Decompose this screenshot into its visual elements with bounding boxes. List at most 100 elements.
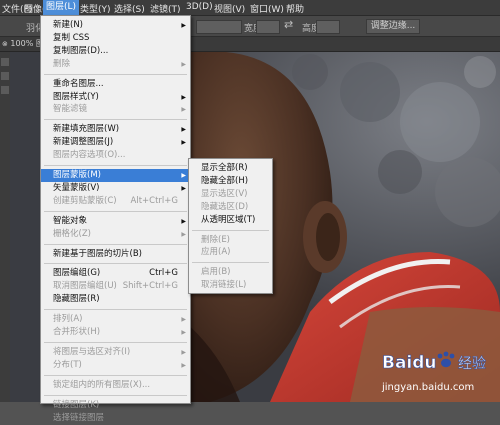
menu-item[interactable]: 图层样式(Y) ▶ (41, 91, 190, 104)
menu-item-label: 显示全部(R) (201, 163, 248, 173)
menu-item-label: 栅格化(Z) (53, 228, 91, 239)
submenu-arrow-icon: ▶ (181, 184, 186, 192)
menu-separator (44, 73, 187, 75)
menu-item[interactable]: 隐藏全部(H) (189, 175, 272, 188)
menu-separator (44, 341, 187, 343)
menu-separator (192, 229, 269, 231)
menu-item: 选择链接图层 (41, 412, 190, 425)
tool-icon[interactable] (1, 58, 9, 66)
tool-icon[interactable] (1, 86, 9, 94)
menu-item-label: 锁定组内的所有图层(X)... (53, 379, 151, 390)
submenu-arrow-icon: ▶ (181, 361, 186, 369)
menu-item: 栅格化(Z) ▶ (41, 228, 190, 241)
menu-item-label: 图层蒙版(M) (53, 170, 101, 180)
width-field[interactable] (256, 20, 280, 34)
menu-separator (44, 210, 187, 212)
menu-item-label: 取消链接(L) (201, 280, 247, 291)
menu-separator (44, 119, 187, 121)
menu-item[interactable]: 复制 CSS (41, 32, 190, 45)
layer-mask-submenu: 显示全部(R) 隐藏全部(H) 显示选区(V) 隐藏选区(D) 从透明区域(T) 删除(E… (188, 158, 273, 294)
tool-icon[interactable] (1, 72, 9, 80)
menu-item-label: 图层内容选项(O)... (53, 150, 126, 161)
submenu-arrow-icon: ▶ (181, 22, 186, 29)
refine-edge-button[interactable]: 调整边缘... (366, 19, 420, 34)
submenu-arrow-icon: ▶ (181, 106, 186, 114)
menu-3d[interactable]: 3D(D) (186, 2, 213, 12)
menu-separator (44, 165, 187, 166)
menu-item: 分布(T) ▶ (41, 359, 190, 372)
menu-view[interactable]: 视图(V) (214, 2, 245, 15)
close-icon[interactable]: ⊗ (2, 40, 8, 48)
menu-item-label: 隐藏全部(H) (201, 175, 249, 186)
tool-panel (0, 52, 10, 402)
submenu-arrow-icon: ▶ (181, 93, 186, 101)
menu-item: 创建剪贴蒙版(C) Alt+Ctrl+G (41, 195, 190, 208)
menu-help[interactable]: 帮助 (286, 2, 304, 15)
menu-item: 显示选区(V) (189, 188, 272, 201)
menu-separator (44, 374, 187, 376)
menu-item: 智能滤镜 ▶ (41, 103, 190, 116)
menu-item-label: 智能滤镜 (53, 104, 88, 115)
menu-item: 链接图层(K) (41, 399, 190, 412)
menu-item-label: 从透明区域(T) (201, 214, 256, 225)
menu-bar: 文件(F) 图像(I) 图层(L) 类型(Y) 选择(S) 滤镜(T) 3D(D… (0, 0, 500, 16)
menu-item[interactable]: 隐藏图层(R) (41, 293, 190, 306)
watermark-url: jingyan.baidu.com (381, 382, 474, 393)
menu-item[interactable]: 新建(N) ▶ (41, 19, 190, 32)
menu-item-label: 隐藏选区(D) (201, 201, 249, 212)
menu-item-label: 将图层与选区对齐(I) (53, 346, 131, 357)
height-field[interactable] (316, 20, 340, 34)
menu-item-label: 复制图层(D)... (53, 45, 109, 56)
submenu-arrow-icon: ▶ (181, 217, 186, 225)
submenu-arrow-icon: ▶ (181, 126, 186, 134)
menu-item-label: 智能对象 (53, 215, 88, 226)
baidu-logo: Baidu 经验 jingyan.baidu.com (381, 351, 486, 393)
swap-icon[interactable]: ⇄ (284, 18, 293, 31)
menu-item[interactable]: 从透明区域(T) (189, 214, 272, 227)
menu-item-label: 合并形状(H) (53, 327, 101, 337)
menu-item-label: 选择链接图层 (53, 412, 105, 423)
menu-item-label: 创建剪贴蒙版(C) (53, 195, 117, 206)
menu-item[interactable]: 复制图层(D)... (41, 45, 190, 58)
menu-item[interactable]: 新建基于图层的切片(B) (41, 248, 190, 261)
paw-icon (437, 351, 455, 368)
submenu-arrow-icon: ▶ (181, 329, 186, 336)
menu-item[interactable]: 图层编组(G) Ctrl+G (41, 267, 190, 280)
menu-item-label: 新建填充图层(W) (53, 124, 120, 135)
menu-item-shortcut: Alt+Ctrl+G (130, 195, 178, 206)
menu-item-label: 矢量蒙版(V) (53, 182, 100, 193)
menu-item-label: 新建基于图层的切片(B) (53, 248, 142, 259)
menu-item: 取消图层编组(U) Shift+Ctrl+G (41, 280, 190, 293)
menu-item: 合并形状(H) ▶ (41, 326, 190, 339)
submenu-arrow-icon: ▶ (181, 230, 186, 238)
style-field[interactable] (196, 20, 242, 34)
menu-separator (192, 262, 269, 264)
baidu-watermark: Baidu 经验 jingyan.baidu.com (378, 346, 498, 400)
layer-menu: 新建(N) ▶ 复制 CSS 复制图层(D)... 删除 ▶ 重命名图层... 图层样式(Y)… (40, 15, 191, 423)
menu-item-label: 分布(T) (53, 359, 82, 370)
menu-item-label: 新建(N) (53, 20, 83, 30)
menu-item[interactable]: 矢量蒙版(V) ▶ (41, 182, 190, 195)
menu-separator (44, 263, 187, 265)
menu-item[interactable]: 智能对象 ▶ (41, 215, 190, 228)
menu-item[interactable]: 图层蒙版(M) ▶ (41, 169, 190, 182)
menu-item[interactable]: 新建填充图层(W) ▶ (41, 123, 190, 136)
menu-item: 锁定组内的所有图层(X)... (41, 379, 190, 392)
submenu-arrow-icon: ▶ (181, 60, 186, 68)
menu-item-label: 删除 (53, 58, 71, 69)
menu-layer[interactable]: 图层(L) (43, 0, 80, 15)
menu-window[interactable]: 窗口(W) (250, 2, 284, 15)
menu-item: 应用(A) (189, 246, 272, 259)
menu-type[interactable]: 类型(Y) (80, 2, 111, 15)
menu-item: 启用(B) (189, 266, 272, 279)
menu-item[interactable]: 重命名图层... (41, 78, 190, 91)
menu-item[interactable]: 显示全部(R) (189, 162, 272, 175)
menu-item-label: 图层编组(G) (53, 268, 101, 279)
menu-filter[interactable]: 滤镜(T) (150, 2, 181, 15)
menu-separator (44, 243, 187, 245)
menu-item[interactable]: 新建调整图层(J) ▶ (41, 136, 190, 149)
menu-item-label: 隐藏图层(R) (53, 294, 100, 305)
menu-select[interactable]: 选择(S) (114, 2, 145, 15)
menu-item: 删除(E) (189, 234, 272, 247)
menu-item-label: 应用(A) (201, 247, 231, 258)
